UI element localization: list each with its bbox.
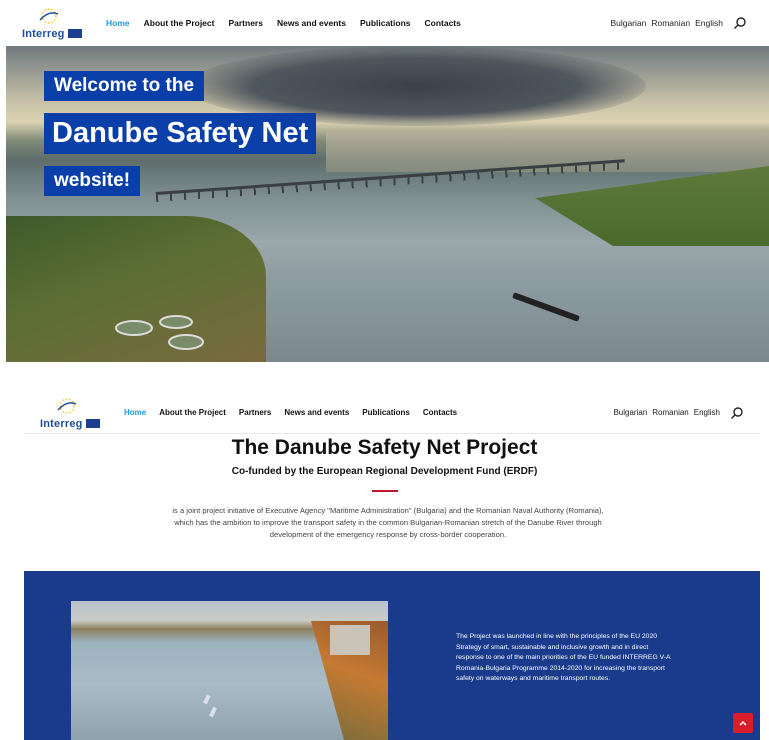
lang-english[interactable]: English — [695, 18, 723, 28]
site-header: Interreg Home About the Project Partners… — [0, 0, 769, 46]
main-nav: Home About the Project Partners News and… — [124, 408, 457, 417]
band-paragraph: The Project was launched in line with th… — [456, 633, 671, 683]
nav-publications[interactable]: Publications — [362, 408, 410, 417]
nav-home[interactable]: Home — [124, 408, 146, 417]
photo-boats — [203, 694, 217, 718]
search-icon[interactable] — [733, 16, 747, 30]
eu-flag-icon — [68, 29, 82, 38]
nav-partners[interactable]: Partners — [239, 408, 271, 417]
language-switcher: Bulgarian Romanian English — [613, 408, 720, 417]
language-switcher: Bulgarian Romanian English — [610, 18, 723, 28]
lang-romanian[interactable]: Romanian — [652, 408, 688, 417]
lang-bulgarian[interactable]: Bulgarian — [610, 18, 646, 28]
nav-partners[interactable]: Partners — [228, 18, 263, 28]
nav-about[interactable]: About the Project — [159, 408, 226, 417]
lang-romanian[interactable]: Romanian — [651, 18, 690, 28]
page-subtitle: Co-funded by the European Regional Devel… — [231, 466, 538, 477]
title-divider — [372, 490, 398, 492]
nav-publications[interactable]: Publications — [360, 18, 411, 28]
back-to-top-button[interactable] — [733, 713, 753, 733]
interreg-logo[interactable]: Interreg — [22, 6, 84, 40]
photo-building — [330, 625, 370, 655]
hero-title-line3: website! — [44, 166, 141, 196]
nav-news[interactable]: News and events — [277, 18, 346, 28]
danube-aerial-photo — [71, 601, 388, 740]
chevron-up-icon — [739, 720, 747, 726]
logo-text: Interreg — [40, 417, 83, 430]
hero-water-tanks — [115, 315, 204, 350]
search-icon[interactable] — [730, 406, 744, 420]
nav-contacts[interactable]: Contacts — [425, 18, 461, 28]
main-nav: Home About the Project Partners News and… — [106, 18, 461, 28]
page-title: The Danube Safety Net Project — [231, 436, 538, 459]
hero-barge — [512, 292, 580, 322]
sticky-header: Interreg Home About the Project Partners… — [24, 392, 760, 434]
nav-contacts[interactable]: Contacts — [423, 408, 457, 417]
logo-text: Interreg — [22, 28, 65, 40]
hero-right-bank — [535, 166, 769, 246]
nav-home[interactable]: Home — [106, 18, 130, 28]
interreg-logo[interactable]: Interreg — [40, 396, 102, 430]
lang-english[interactable]: English — [694, 408, 720, 417]
lang-bulgarian[interactable]: Bulgarian — [613, 408, 647, 417]
intro-paragraph: is a joint project initiative of Executi… — [172, 506, 604, 539]
eu-stars-icon — [57, 397, 77, 414]
eu-flag-icon — [86, 418, 100, 428]
eu-stars-icon — [39, 8, 59, 24]
nav-news[interactable]: News and events — [284, 408, 349, 417]
hero-title-line1: Welcome to the — [44, 71, 205, 101]
nav-about[interactable]: About the Project — [144, 18, 215, 28]
hero-title-line2: Danube Safety Net — [44, 113, 317, 154]
